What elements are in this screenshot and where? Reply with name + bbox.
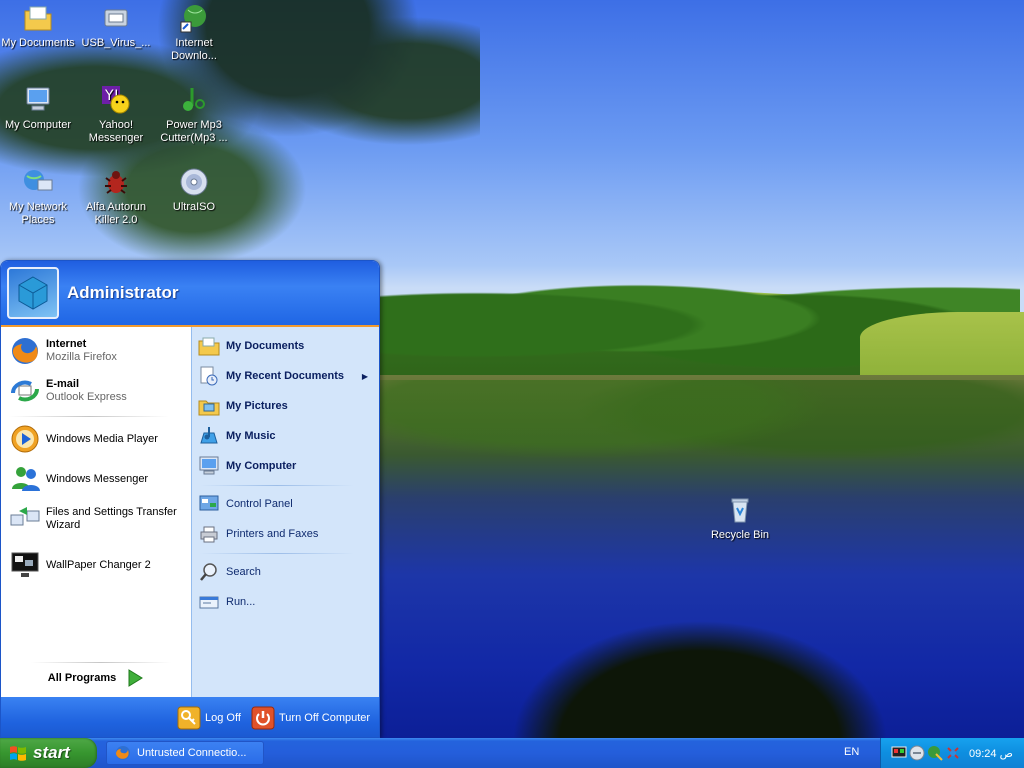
tray-network-icon[interactable]	[927, 745, 943, 761]
search-icon	[200, 563, 217, 581]
clock[interactable]: 09:24 ص	[969, 747, 1013, 760]
firefox-icon	[116, 746, 130, 760]
power-icon	[251, 706, 275, 730]
computer-icon	[199, 456, 219, 475]
desktop-icon-my-documents[interactable]: My Documents	[0, 2, 76, 50]
desktop-icon-alfa-autorun-killer[interactable]: Alfa Autorun Killer 2.0	[78, 166, 154, 227]
pinned-separator	[9, 416, 169, 417]
places-run[interactable]: Run...	[198, 589, 374, 615]
all-programs-button[interactable]: All Programs	[1, 659, 191, 697]
control-panel-icon	[199, 495, 219, 511]
start-menu-left-pane: Internet Mozilla Firefox E-mail Outlook Ex…	[1, 327, 191, 697]
tools-separator	[200, 553, 354, 554]
folder-documents-icon	[198, 337, 220, 356]
start-menu: Administrator Internet Mozilla Firefox E-…	[0, 260, 380, 738]
places-separator	[200, 485, 354, 486]
system-tray: 09:24 ص	[880, 738, 1024, 768]
autorun-killer-icon	[105, 171, 127, 194]
windows-messenger-icon	[12, 467, 40, 491]
places-my-documents[interactable]: My Documents	[198, 333, 374, 359]
taskbar-item-untrusted-connection[interactable]: Untrusted Connectio...	[106, 741, 264, 765]
windows-flag-icon	[10, 746, 26, 761]
desktop-icon-usb-virus[interactable]: USB_Virus_...	[78, 2, 154, 50]
places-my-recent-documents[interactable]: My Recent Documents ▶	[198, 363, 374, 389]
transfer-wizard-icon	[10, 507, 40, 526]
network-places-icon	[24, 170, 53, 191]
tray-display-icon[interactable]	[891, 745, 907, 761]
desktop-icon-internet-download[interactable]: Internet Downlo...	[156, 2, 232, 63]
pinned-email[interactable]: E-mail Outlook Express	[9, 375, 185, 407]
user-avatar-cube-icon	[18, 276, 48, 310]
wallpaper-changer-icon	[11, 552, 39, 577]
computer-icon	[26, 87, 50, 111]
pictures-folder-icon	[198, 400, 220, 416]
recycle-bin-icon	[731, 498, 749, 523]
usb-virus-icon	[104, 9, 128, 27]
user-name: Administrator	[67, 283, 179, 302]
desktop-icon-my-network-places[interactable]: My Network Places	[0, 166, 76, 227]
folder-documents-icon	[24, 6, 52, 31]
places-my-music[interactable]: My Music	[198, 423, 374, 449]
ultraiso-icon	[180, 168, 208, 196]
desktop-icon-power-mp3-cutter[interactable]: Power Mp3 Cutter(Mp3 ...	[156, 84, 232, 145]
tray-messenger-icon[interactable]	[909, 745, 925, 761]
wallpaper-meadow	[860, 312, 1024, 376]
taskbar: start Untrusted Connectio... EN 09:24 ص	[0, 738, 1024, 768]
firefox-icon	[12, 338, 38, 364]
start-button[interactable]: start	[0, 738, 97, 768]
places-printers-and-faxes[interactable]: Printers and Faxes	[198, 521, 374, 547]
places-my-pictures[interactable]: My Pictures	[198, 393, 374, 419]
pinned-internet[interactable]: Internet Mozilla Firefox	[9, 335, 185, 367]
places-search[interactable]: Search	[198, 559, 374, 585]
wallpaper-grass	[480, 600, 920, 738]
recent-documents-icon	[200, 366, 218, 386]
turn-off-computer-button[interactable]: Turn Off Computer	[251, 706, 370, 730]
music-folder-icon	[200, 427, 218, 444]
places-my-computer[interactable]: My Computer	[198, 453, 374, 479]
desktop-icon-ultraiso[interactable]: UltraISO	[156, 166, 232, 214]
tray-security-icon[interactable]	[945, 745, 961, 761]
printer-icon	[200, 526, 218, 543]
avatar[interactable]	[7, 267, 59, 319]
recent-wallpaper-changer-2[interactable]: WallPaper Changer 2	[9, 549, 185, 581]
recent-windows-media-player[interactable]: Windows Media Player	[9, 423, 185, 455]
green-arrow-right-icon	[128, 669, 144, 687]
internet-download-icon	[180, 5, 206, 33]
outlook-express-icon	[11, 380, 39, 402]
start-menu-header: Administrator	[1, 261, 379, 327]
recent-windows-messenger[interactable]: Windows Messenger	[9, 463, 185, 495]
start-menu-footer: Log Off Turn Off Computer	[1, 697, 379, 737]
yahoo-messenger-icon: Y!	[102, 86, 130, 114]
log-off-button[interactable]: Log Off	[177, 706, 241, 730]
places-control-panel[interactable]: Control Panel	[198, 491, 374, 517]
recent-files-settings-transfer[interactable]: Files and Settings Transfer Wizard	[9, 503, 185, 535]
start-menu-right-pane: My Documents My Recent Documents ▶ My Pi…	[191, 327, 379, 697]
desktop-icon-yahoo-messenger[interactable]: Y! Yahoo! Messenger	[78, 84, 154, 145]
media-player-icon	[11, 425, 39, 453]
submenu-arrow-icon: ▶	[361, 371, 368, 381]
desktop-icon-my-computer[interactable]: My Computer	[0, 84, 76, 132]
wallpaper-reflection	[380, 380, 1024, 500]
desktop-icon-recycle-bin[interactable]: Recycle Bin	[702, 494, 778, 542]
language-indicator[interactable]: EN	[844, 746, 859, 758]
mp3-cutter-icon	[183, 88, 205, 111]
run-icon	[199, 596, 219, 609]
key-icon	[177, 706, 201, 730]
